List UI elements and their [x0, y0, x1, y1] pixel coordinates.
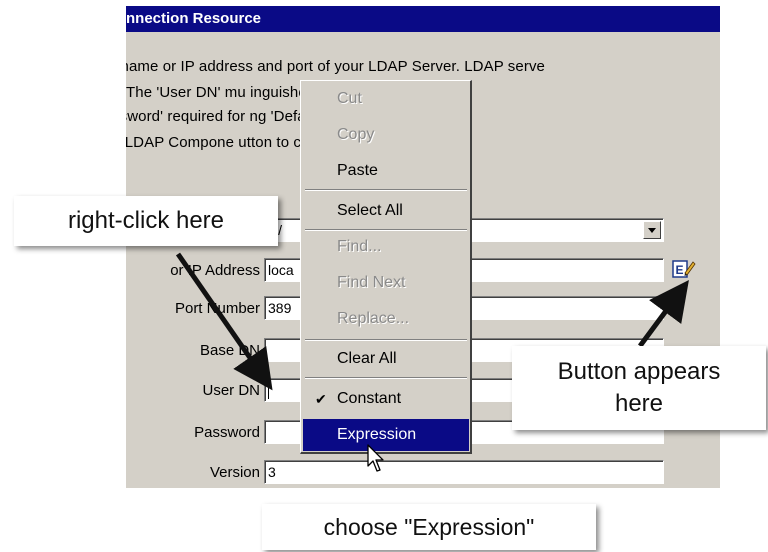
annotation-arrows	[175, 252, 689, 391]
arrow-to-edit-button	[637, 279, 689, 348]
callout-line: here	[614, 390, 664, 417]
callout-right-click: right-click here	[14, 196, 278, 246]
callout-button-appears: Button appears here	[512, 346, 766, 430]
arrow-to-user-dn	[175, 252, 273, 391]
callout-line: Button appears	[557, 358, 721, 385]
callout-choose-expression: choose "Expression"	[262, 504, 596, 550]
